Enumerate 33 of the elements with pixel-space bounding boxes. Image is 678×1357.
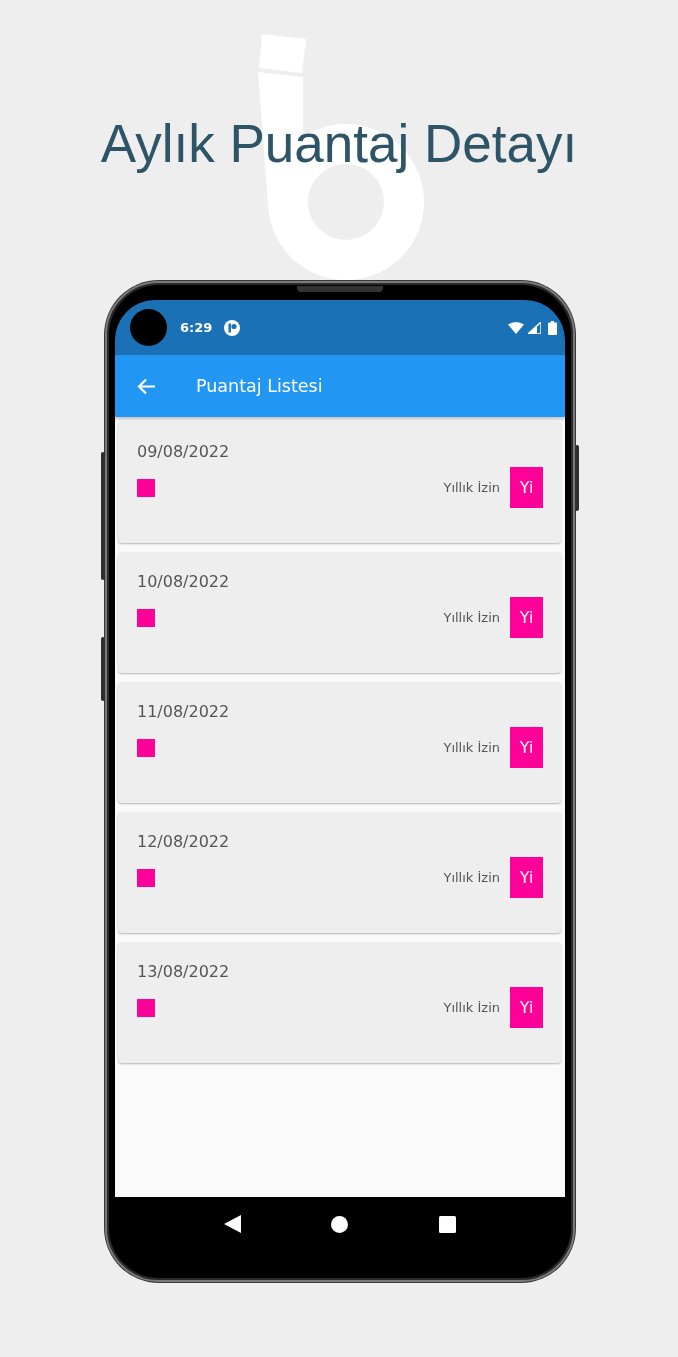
entry-card[interactable]: 10/08/2022 Yıllık İzin Yi — [118, 552, 561, 673]
date-text: 13/08/2022 — [137, 962, 230, 982]
leave-code-tag: Yi — [510, 727, 543, 768]
page-title: Aylık Puantaj Detayı — [100, 114, 578, 174]
side-key — [575, 445, 579, 511]
date-text: 09/08/2022 — [137, 442, 230, 462]
leave-type-text: Yıllık İzin — [443, 868, 500, 887]
leave-code-tag: Yi — [510, 597, 543, 638]
leave-code-tag: Yi — [510, 987, 543, 1028]
status-time: 6:29 — [180, 318, 213, 337]
leave-type-text: Yıllık İzin — [443, 998, 500, 1017]
entry-card[interactable]: 13/08/2022 Yıllık İzin Yi — [118, 942, 561, 1063]
recents-icon[interactable] — [438, 1215, 456, 1233]
leave-type-text: Yıllık İzin — [443, 608, 500, 627]
date-text: 11/08/2022 — [137, 702, 230, 722]
leave-code-tag: Yi — [510, 467, 543, 508]
notification-icon — [224, 319, 241, 336]
entry-card[interactable]: 12/08/2022 Yıllık İzin Yi — [118, 812, 561, 933]
battery-icon — [548, 320, 557, 335]
leave-type-text: Yıllık İzin — [443, 738, 500, 757]
camera-hole — [130, 309, 167, 346]
entry-card[interactable]: 11/08/2022 Yıllık İzin Yi — [118, 682, 561, 803]
side-key — [101, 637, 105, 701]
leave-type-text: Yıllık İzin — [443, 478, 500, 497]
entry-card[interactable]: 09/08/2022 Yıllık İzin Yi — [118, 422, 561, 543]
date-text: 10/08/2022 — [137, 572, 230, 592]
app-bar-title: Puantaj Listesi — [196, 374, 323, 398]
back-icon[interactable] — [224, 1215, 242, 1233]
date-text: 12/08/2022 — [137, 832, 230, 852]
wifi-icon — [508, 321, 524, 334]
signal-icon — [528, 321, 541, 334]
home-icon[interactable] — [331, 1215, 349, 1233]
leave-code-tag: Yi — [510, 857, 543, 898]
